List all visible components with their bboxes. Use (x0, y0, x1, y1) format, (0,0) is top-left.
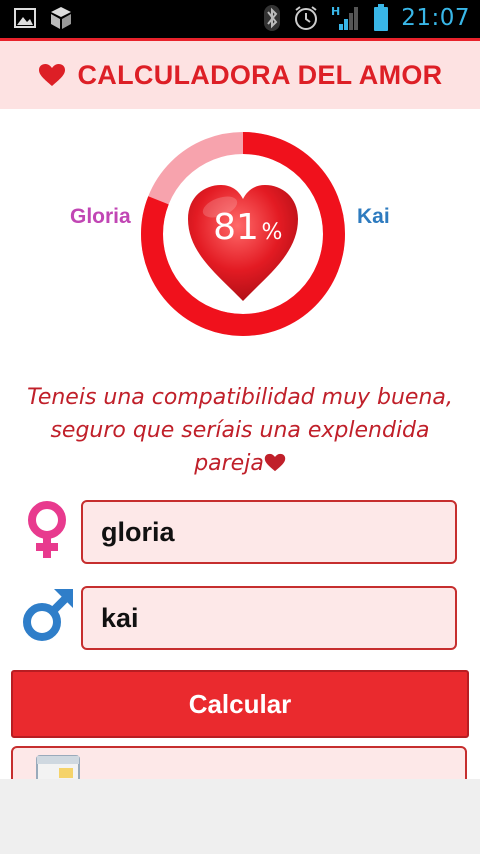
status-left-icons (14, 6, 72, 30)
small-heart-icon (264, 453, 286, 472)
bottom-blank-area (0, 779, 480, 854)
female-input-row: gloria (0, 500, 480, 570)
main-content: Gloria Kai 81 % Teneis una compatibilida… (0, 109, 480, 796)
female-symbol-icon (28, 501, 66, 558)
message-text: Teneis una compatibilidad muy buena, seg… (27, 385, 453, 476)
compatibility-message: Teneis una compatibilidad muy buena, seg… (20, 381, 460, 480)
signal-icon: H (331, 5, 359, 30)
image-icon (14, 8, 36, 28)
app-title: CALCULADORA DEL AMOR (77, 59, 443, 90)
compatibility-gauge: 81 % (141, 132, 345, 336)
name-left: Gloria (70, 205, 131, 228)
name-right: Kai (357, 205, 390, 228)
percent-value: 81 (213, 207, 259, 248)
bluetooth-icon (264, 5, 281, 31)
status-bar: H 21:07 (0, 0, 480, 38)
percent-sign: % (262, 220, 283, 245)
svg-text:H: H (331, 5, 340, 18)
male-symbol-icon (23, 589, 73, 641)
male-name-input[interactable]: kai (81, 586, 457, 650)
alarm-icon (295, 6, 318, 30)
status-right-icons: H 21:07 (263, 4, 470, 32)
heart-icon (38, 64, 65, 86)
status-time: 21:07 (401, 5, 470, 31)
female-name-input[interactable]: gloria (81, 500, 457, 564)
calculate-button[interactable]: Calcular (11, 670, 469, 738)
male-input-row: kai (0, 586, 480, 656)
app-header: CALCULADORA DEL AMOR (0, 41, 480, 109)
battery-icon (374, 4, 389, 31)
package-icon (51, 7, 71, 29)
